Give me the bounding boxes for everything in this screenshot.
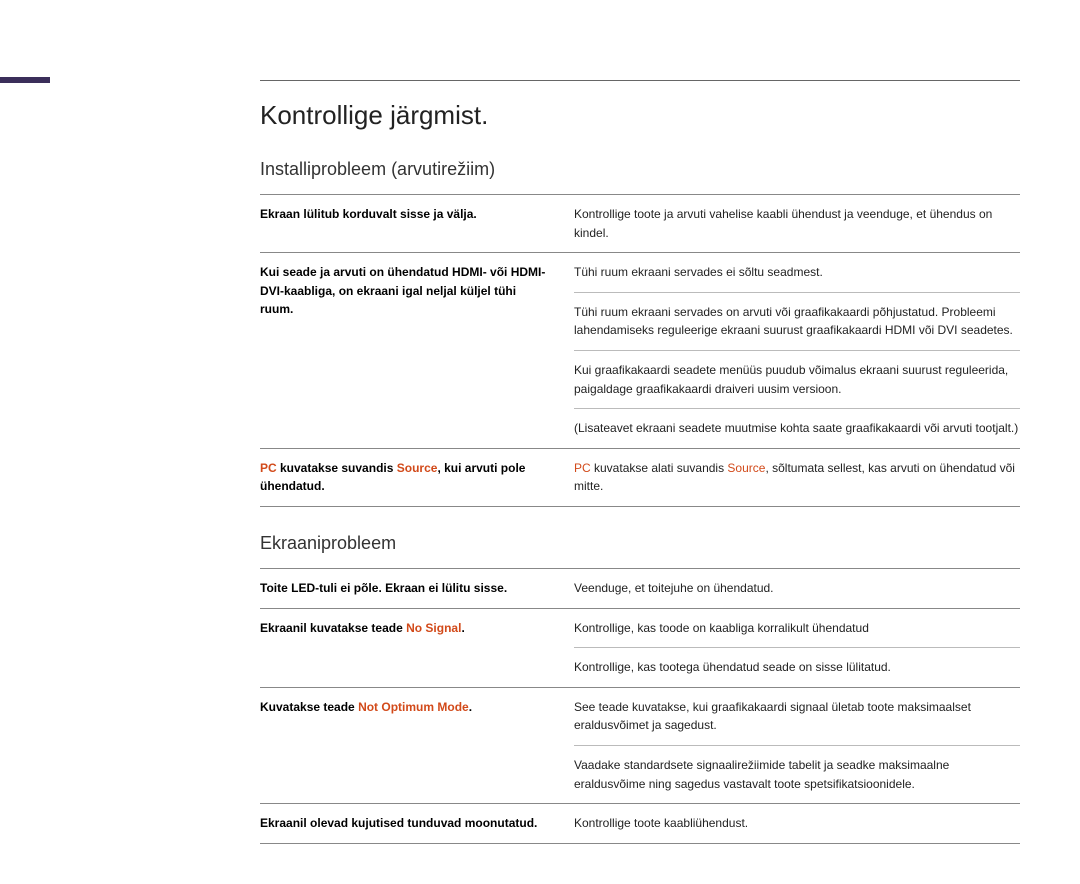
text-span: Ekraanil kuvatakse teade bbox=[260, 621, 406, 635]
issue-label: PC kuvatakse suvandis Source, kui arvuti… bbox=[260, 449, 550, 506]
issue-solution: Kontrollige toote kaabliühendust. bbox=[574, 804, 1020, 843]
issue-solution: Kontrollige, kas toode on kaabliga korra… bbox=[574, 609, 1020, 687]
page-heading: Kontrollige järgmist. bbox=[260, 100, 1020, 131]
text-span: Toite LED-tuli ei põle. Ekraan ei lülitu… bbox=[260, 581, 507, 595]
issue-label: Ekraanil kuvatakse teade No Signal. bbox=[260, 609, 550, 648]
text-span: Kui seade ja arvuti on ühendatud HDMI- v… bbox=[260, 265, 545, 316]
solution-paragraph: Veenduge, et toitejuhe on ühendatud. bbox=[574, 569, 1020, 608]
section-title: Ekraaniprobleem bbox=[260, 533, 1020, 554]
row-rule bbox=[260, 506, 1020, 507]
issue-label: Ekraan lülitub korduvalt sisse ja välja. bbox=[260, 195, 550, 234]
issue-solution: Tühi ruum ekraani servades ei sõltu sead… bbox=[574, 253, 1020, 448]
table-row: Kui seade ja arvuti on ühendatud HDMI- v… bbox=[260, 253, 1020, 448]
highlighted-term: No Signal bbox=[406, 621, 461, 635]
text-span: kuvatakse suvandis bbox=[277, 461, 397, 475]
issue-solution: Veenduge, et toitejuhe on ühendatud. bbox=[574, 569, 1020, 608]
side-marker bbox=[0, 77, 50, 83]
highlighted-term: PC bbox=[574, 461, 591, 475]
solution-paragraph: Kontrollige, kas toode on kaabliga korra… bbox=[574, 609, 1020, 648]
table-row: PC kuvatakse suvandis Source, kui arvuti… bbox=[260, 449, 1020, 506]
solution-paragraph: Kontrollige toote ja arvuti vahelise kaa… bbox=[574, 195, 1020, 252]
text-span: . bbox=[461, 621, 464, 635]
solution-paragraph: Vaadake standardsete signaalirežiimide t… bbox=[574, 746, 1020, 803]
text-span: kuvatakse alati suvandis bbox=[591, 461, 728, 475]
issue-label: Ekraanil olevad kujutised tunduvad moonu… bbox=[260, 804, 550, 843]
solution-paragraph: Tühi ruum ekraani servades ei sõltu sead… bbox=[574, 253, 1020, 292]
issue-label: Kui seade ja arvuti on ühendatud HDMI- v… bbox=[260, 253, 550, 329]
issue-solution: Kontrollige toote ja arvuti vahelise kaa… bbox=[574, 195, 1020, 252]
troubleshoot-table: Ekraan lülitub korduvalt sisse ja välja.… bbox=[260, 195, 1020, 507]
solution-paragraph: Kontrollige toote kaabliühendust. bbox=[574, 804, 1020, 843]
solution-paragraph: Tühi ruum ekraani servades on arvuti või… bbox=[574, 293, 1020, 350]
solution-paragraph: See teade kuvatakse, kui graafikakaardi … bbox=[574, 688, 1020, 745]
issue-label: Kuvatakse teade Not Optimum Mode. bbox=[260, 688, 550, 727]
section-title: Installiprobleem (arvutirežiim) bbox=[260, 159, 1020, 180]
table-row: Ekraanil olevad kujutised tunduvad moonu… bbox=[260, 804, 1020, 843]
text-span: Ekraanil olevad kujutised tunduvad moonu… bbox=[260, 816, 537, 830]
highlighted-term: Source bbox=[727, 461, 765, 475]
document-page: Kontrollige järgmist. Installiprobleem (… bbox=[0, 0, 1080, 884]
solution-paragraph: Kontrollige, kas tootega ühendatud seade… bbox=[574, 648, 1020, 687]
table-row: Ekraan lülitub korduvalt sisse ja välja.… bbox=[260, 195, 1020, 252]
issue-label: Toite LED-tuli ei põle. Ekraan ei lülitu… bbox=[260, 569, 550, 608]
highlighted-term: Source bbox=[397, 461, 438, 475]
solution-paragraph: (Lisateavet ekraani seadete muutmise koh… bbox=[574, 409, 1020, 448]
issue-solution: PC kuvatakse alati suvandis Source, sõlt… bbox=[574, 449, 1020, 506]
table-row: Toite LED-tuli ei põle. Ekraan ei lülitu… bbox=[260, 569, 1020, 608]
solution-paragraph: Kui graafikakaardi seadete menüüs puudub… bbox=[574, 351, 1020, 408]
highlighted-term: Not Optimum Mode bbox=[358, 700, 469, 714]
solution-paragraph: PC kuvatakse alati suvandis Source, sõlt… bbox=[574, 449, 1020, 506]
table-row: Ekraanil kuvatakse teade No Signal. Kontr… bbox=[260, 609, 1020, 687]
text-span: Kuvatakse teade bbox=[260, 700, 358, 714]
highlighted-term: PC bbox=[260, 461, 277, 475]
table-row: Kuvatakse teade Not Optimum Mode. See tea… bbox=[260, 688, 1020, 803]
text-span: Ekraan lülitub korduvalt sisse ja välja. bbox=[260, 207, 477, 221]
row-rule bbox=[260, 843, 1020, 844]
troubleshoot-table: Toite LED-tuli ei põle. Ekraan ei lülitu… bbox=[260, 569, 1020, 844]
text-span: . bbox=[469, 700, 472, 714]
top-rule bbox=[260, 80, 1020, 81]
issue-solution: See teade kuvatakse, kui graafikakaardi … bbox=[574, 688, 1020, 803]
